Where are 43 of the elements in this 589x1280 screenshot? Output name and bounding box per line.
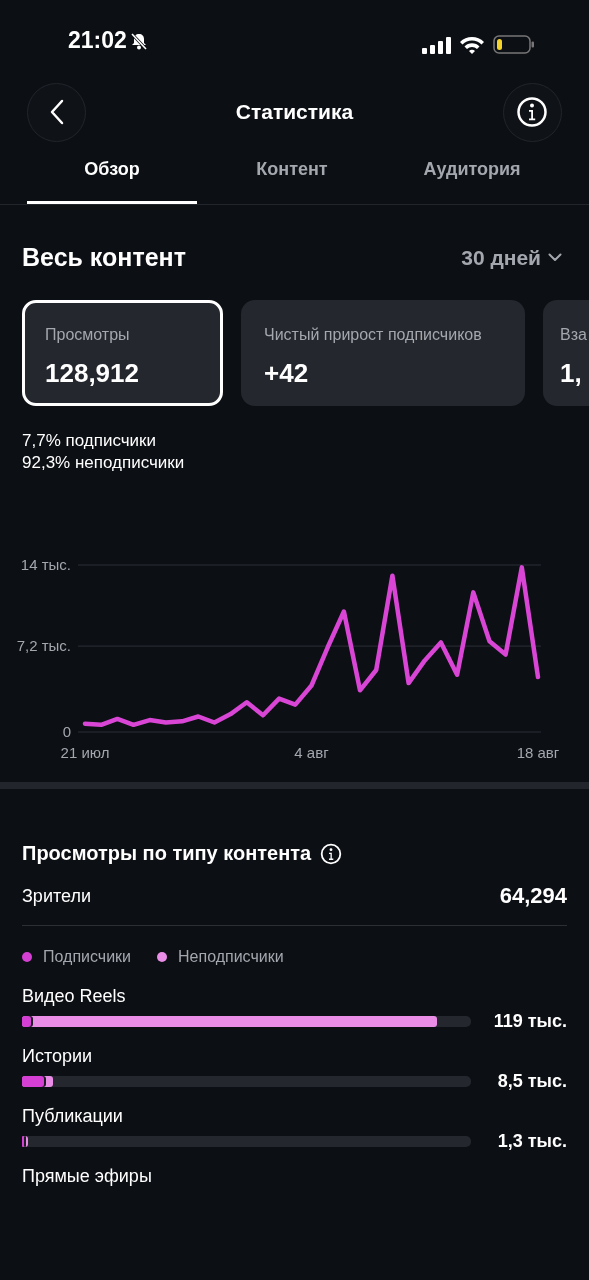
wifi-icon [459,35,485,54]
metric-card[interactable]: Чистый прирост подписчиков +42 [241,300,525,406]
tab[interactable]: Аудитория [387,154,557,204]
metric-value: +42 [264,358,310,389]
tab[interactable]: Контент [197,154,387,204]
y-tick-label: 14 тыс. [20,556,71,573]
content-type-label: Прямые эфиры [22,1166,153,1187]
chevron-left-icon [49,99,64,125]
content-type-value: 1,3 тыс. [497,1131,567,1152]
metric-value: 128,912 [45,358,140,389]
legend-label: Подписчики [43,948,131,966]
x-tick-label: 18 авг [516,744,560,761]
tab[interactable]: Обзор [27,154,197,204]
metric-card[interactable]: Вза 1, [543,300,589,406]
metric-label: Чистый прирост подписчиков [264,326,483,344]
breakdown-text: 7,7% подписчики [22,430,157,452]
viewers-value: 64,294 [499,883,567,909]
period-dropdown[interactable]: 30 дней [461,245,562,270]
signal-icon [422,35,451,54]
section-title: Просмотры по типу контента [22,842,312,865]
viewers-label: Зрители [22,885,91,907]
metric-value: 1, [560,358,583,389]
battery-icon [493,35,535,54]
clock-time: 21:02 [68,27,127,54]
content-type-value: 119 тыс. [493,1011,567,1032]
x-tick-label: 4 авг [294,744,329,761]
metric-label: Просмотры [45,326,131,344]
y-tick-label: 7,2 тыс. [16,637,71,655]
content-type-label: Видео Reels [22,986,127,1007]
page-title: Статистика [235,100,354,124]
metric-card[interactable]: Просмотры 128,912 [22,300,223,406]
content-type-label: Истории [22,1046,94,1067]
section-title: Весь контент [22,243,186,272]
info-icon [516,96,549,128]
breakdown-text: 92,3% неподписчики [22,452,186,474]
metric-label: Вза [560,326,588,344]
legend-label: Неподписчики [178,948,284,966]
content-type-value: 8,5 тыс. [497,1071,567,1092]
content-type-label: Публикации [22,1106,124,1127]
chevron-down-icon [548,253,562,262]
y-tick-label: 0 [62,723,71,740]
x-tick-label: 21 июл [60,744,110,761]
info-icon [320,842,343,865]
